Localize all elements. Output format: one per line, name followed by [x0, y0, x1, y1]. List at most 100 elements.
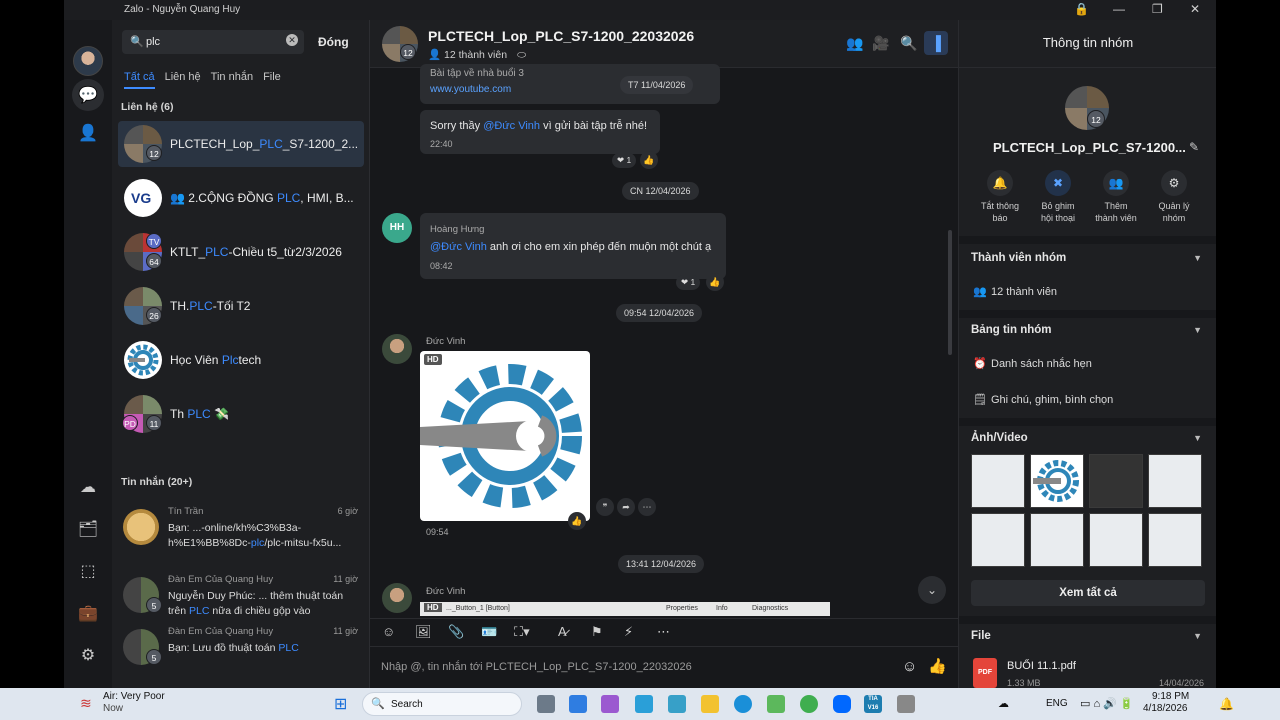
sender-avatar[interactable]: HH	[382, 213, 412, 243]
message-bubble[interactable]: Bài tập về nhà buổi 3 www.youtube.com T7…	[420, 64, 720, 104]
like-icon[interactable]: 👍	[706, 273, 724, 291]
chevron-down-icon[interactable]: ▼	[1193, 433, 1202, 443]
member-count[interactable]: 👤 12 thành viên ⬭	[428, 48, 526, 62]
thumbs-up-icon[interactable]: 👍	[928, 657, 947, 675]
my-avatar[interactable]	[73, 46, 103, 76]
sender-avatar[interactable]	[382, 334, 412, 364]
briefcase-icon[interactable]: 💼	[76, 601, 100, 625]
contact-item[interactable]: PD 11 Th PLC 💸	[118, 391, 364, 437]
sender-avatar[interactable]	[382, 583, 412, 613]
emoji-icon[interactable]: ☺	[902, 658, 917, 675]
message-result-item[interactable]: 5 Đàn Em Của Quang Huy 11 giờ Bạn: Lưu đ…	[118, 623, 364, 677]
reaction-heart[interactable]: ❤ 1	[676, 275, 701, 290]
chevron-down-icon[interactable]: ▼	[1193, 253, 1202, 263]
card-icon[interactable]: 🪪	[481, 624, 497, 640]
language-indicator[interactable]: ENG	[1046, 698, 1068, 709]
more-icon[interactable]: ⋯	[638, 498, 656, 516]
tray-icons[interactable]: ▭ ⌂ 🔊 🔋	[1080, 697, 1134, 710]
messages-icon[interactable]: 💬	[72, 79, 104, 111]
media-thumbnail[interactable]	[1089, 513, 1143, 567]
like-icon[interactable]: 👍	[640, 151, 658, 169]
task-view-icon[interactable]	[537, 695, 555, 713]
windows-start-icon[interactable]: ⊞	[334, 694, 347, 714]
taskbar-search[interactable]: 🔍 Search	[362, 692, 522, 716]
mute-button[interactable]: 🔔 Tắt thông báo	[971, 170, 1029, 224]
media-section-header[interactable]: Ảnh/Video	[971, 432, 1028, 444]
cloud-icon[interactable]: ☁	[76, 475, 100, 499]
capture-icon[interactable]: ⬚	[76, 559, 100, 583]
chrome-icon[interactable]	[800, 695, 818, 713]
clock-time[interactable]: 9:18 PM	[1152, 691, 1189, 702]
contact-item[interactable]: Học Viên Plctech	[118, 337, 364, 383]
app-icon[interactable]	[897, 695, 915, 713]
screenshot-icon[interactable]: ⛶▾	[514, 624, 530, 640]
contact-item[interactable]: TV 64 KTLT_PLC-Chiều t5_từ2/3/2026	[118, 229, 364, 275]
app-icon[interactable]	[767, 695, 785, 713]
search-icon[interactable]: 🔍	[900, 35, 917, 52]
image-message[interactable]: HD	[420, 351, 590, 521]
restore-button[interactable]: ❐	[1152, 2, 1163, 16]
folder-icon[interactable]: 🗂	[76, 517, 100, 541]
tab-messages[interactable]: Tin nhắn	[211, 71, 253, 89]
sticker-icon[interactable]: ☺	[382, 624, 395, 639]
media-thumbnail[interactable]	[971, 513, 1025, 567]
quick-message-icon[interactable]: ⚡	[624, 624, 633, 640]
minimize-button[interactable]: —	[1113, 2, 1125, 16]
format-icon[interactable]: A̷	[558, 624, 567, 639]
tia-portal-icon[interactable]: TIA V16	[864, 695, 882, 713]
notification-icon[interactable]: 🔔	[1219, 697, 1234, 711]
media-thumbnail[interactable]	[1148, 513, 1202, 567]
media-thumbnail[interactable]	[1148, 454, 1202, 508]
image-message[interactable]: HD ..._Button_1 [Button] Properties Info…	[420, 602, 830, 616]
close-search-button[interactable]: Đóng	[318, 35, 349, 49]
link[interactable]: www.youtube.com	[430, 84, 511, 95]
scrollbar[interactable]	[948, 230, 952, 355]
tab-contacts[interactable]: Liên hệ	[165, 71, 201, 89]
defender-icon[interactable]	[569, 695, 587, 713]
video-call-icon[interactable]: 🎥	[872, 35, 889, 52]
members-section-header[interactable]: Thành viên nhóm	[971, 252, 1066, 264]
add-member-icon[interactable]: 👥	[846, 35, 863, 52]
app-icon[interactable]	[601, 695, 619, 713]
scroll-down-icon[interactable]: ⌄	[918, 576, 946, 604]
image-icon[interactable]: 🖼	[415, 624, 432, 640]
chat-title[interactable]: PLCTECH_Lop_PLC_S7-1200_22032026	[428, 28, 694, 44]
contact-item[interactable]: 12 PLCTECH_Lop_PLC_S7-1200_2...	[118, 121, 364, 167]
toggle-info-panel-icon[interactable]: ▐	[924, 31, 948, 55]
tab-files[interactable]: File	[263, 71, 281, 89]
tab-all[interactable]: Tất cả	[124, 71, 155, 89]
tag-icon[interactable]: ⬭	[517, 49, 526, 61]
manage-group-button[interactable]: ⚙ Quản lý nhóm	[1145, 170, 1203, 224]
unpin-button[interactable]: ✖ Bỏ ghim hội thoại	[1029, 170, 1087, 224]
file-section-header[interactable]: File	[971, 630, 991, 642]
contact-item[interactable]: 26 TH.PLC-Tối T2	[118, 283, 364, 329]
weather-icon[interactable]: ≋	[80, 695, 92, 712]
attach-icon[interactable]: 📎	[448, 624, 464, 640]
search-input[interactable]: 🔍 plc ✕	[122, 30, 304, 54]
board-section-header[interactable]: Bảng tin nhóm	[971, 324, 1052, 336]
like-icon[interactable]: 👍	[568, 512, 586, 530]
clear-search-icon[interactable]: ✕	[286, 34, 298, 46]
edit-name-icon[interactable]: ✎	[1189, 140, 1199, 154]
cloud-icon[interactable]: ☁	[998, 697, 1009, 710]
app-icon[interactable]	[635, 695, 653, 713]
reminder-icon[interactable]: ⚑	[591, 624, 603, 640]
media-thumbnail[interactable]	[971, 454, 1025, 508]
weather-title[interactable]: Air: Very Poor	[103, 691, 165, 702]
quote-icon[interactable]: ❞	[596, 498, 614, 516]
notes-row[interactable]: 🗒 Ghi chú, ghim, bình chọn	[973, 393, 1113, 406]
media-thumbnail[interactable]	[1030, 513, 1084, 567]
forward-icon[interactable]: ➦	[617, 498, 635, 516]
message-result-item[interactable]: 5 Đàn Em Của Quang Huy 11 giờ Nguyễn Duy…	[118, 571, 364, 625]
message-result-item[interactable]: Tín Trần 6 giờ Bạn: ...-online/kh%C3%B3a…	[118, 503, 364, 557]
message-bubble[interactable]: Sorry thầy @Đức Vinh vì gửi bài tập trễ …	[420, 110, 660, 154]
media-thumbnail[interactable]	[1030, 454, 1084, 508]
lock-icon[interactable]: 🔒	[1074, 2, 1089, 16]
chevron-down-icon[interactable]: ▼	[1193, 325, 1202, 335]
edge-icon[interactable]	[734, 695, 752, 713]
members-row[interactable]: 👥 12 thành viên	[973, 285, 1057, 298]
clock-date[interactable]: 4/18/2026	[1143, 703, 1188, 714]
zalo-icon[interactable]	[833, 695, 851, 713]
media-thumbnail[interactable]	[1089, 454, 1143, 508]
message-bubble[interactable]: Hoàng Hưng @Đức Vinh anh ơi cho em xin p…	[420, 213, 726, 279]
